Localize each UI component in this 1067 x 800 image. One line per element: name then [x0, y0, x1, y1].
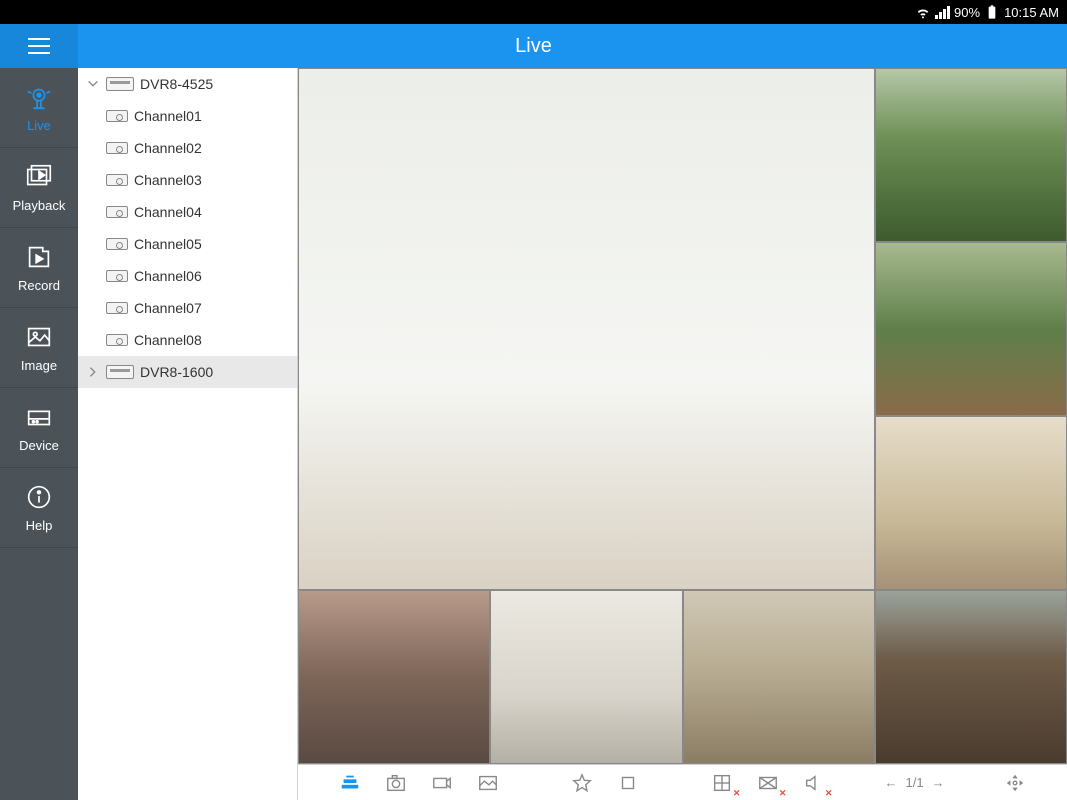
camera-small-icon — [106, 110, 128, 122]
layout-icon — [339, 772, 361, 794]
video-cell-1[interactable] — [298, 68, 875, 590]
tree-channel-row[interactable]: Channel05 — [78, 228, 297, 260]
tree-channel-row[interactable]: Channel06 — [78, 260, 297, 292]
chevron-down-icon — [86, 77, 100, 91]
next-page-button[interactable]: → — [932, 775, 945, 790]
sidebar-item-record[interactable]: Record — [0, 228, 78, 308]
sidebar-label: Device — [19, 438, 59, 453]
record-icon — [24, 242, 54, 272]
stream-close-icon — [757, 772, 779, 794]
chevron-right-icon — [86, 365, 100, 379]
channel-name: Channel05 — [134, 236, 202, 252]
sidebar-item-live[interactable]: Live — [0, 68, 78, 148]
tree-device-row[interactable]: DVR8-4525 — [78, 68, 297, 100]
video-cell-6[interactable] — [490, 590, 682, 764]
camera-small-icon — [106, 334, 128, 346]
sidebar-item-playback[interactable]: Playback — [0, 148, 78, 228]
menu-button[interactable] — [0, 24, 78, 68]
camera-icon — [24, 82, 54, 112]
sidebar-label: Live — [27, 118, 51, 133]
picture-icon — [477, 772, 499, 794]
camera-small-icon — [106, 302, 128, 314]
image-icon — [24, 322, 54, 352]
channel-name: Channel02 — [134, 140, 202, 156]
camera-small-icon — [106, 174, 128, 186]
close-grid-button[interactable] — [708, 769, 736, 797]
info-icon — [24, 482, 54, 512]
sidebar-label: Playback — [13, 198, 66, 213]
battery-text: 90% — [954, 5, 980, 20]
snapshot-icon — [385, 772, 407, 794]
playback-icon — [24, 162, 54, 192]
video-area: ← 1/1 → — [298, 68, 1067, 800]
sidebar-item-help[interactable]: Help — [0, 468, 78, 548]
stop-icon — [617, 772, 639, 794]
pager: ← 1/1 → — [884, 775, 944, 790]
channel-name: Channel03 — [134, 172, 202, 188]
device-name: DVR8-4525 — [140, 76, 213, 92]
sidebar-label: Help — [26, 518, 53, 533]
channel-name: Channel06 — [134, 268, 202, 284]
record-tool-icon — [431, 772, 453, 794]
sidebar-nav: Live Playback Record Image Device Help — [0, 68, 78, 800]
channel-name: Channel07 — [134, 300, 202, 316]
tree-channel-row[interactable]: Channel08 — [78, 324, 297, 356]
video-cell-2[interactable] — [875, 68, 1067, 242]
speaker-icon — [803, 772, 825, 794]
tree-channel-row[interactable]: Channel02 — [78, 132, 297, 164]
grid-close-icon — [711, 772, 733, 794]
channel-name: Channel01 — [134, 108, 202, 124]
bottom-toolbar: ← 1/1 → — [298, 764, 1067, 800]
sidebar-label: Record — [18, 278, 60, 293]
video-cell-3[interactable] — [875, 242, 1067, 416]
star-icon — [571, 772, 593, 794]
close-stream-button[interactable] — [754, 769, 782, 797]
page-title: Live — [515, 35, 552, 58]
tree-channel-row[interactable]: Channel07 — [78, 292, 297, 324]
stop-button[interactable] — [614, 769, 642, 797]
camera-small-icon — [106, 206, 128, 218]
prev-page-button[interactable]: ← — [884, 775, 897, 790]
wifi-icon — [915, 4, 931, 20]
menu-icon — [28, 38, 50, 54]
camera-small-icon — [106, 238, 128, 250]
battery-icon — [984, 4, 1000, 20]
layout-button[interactable] — [336, 769, 364, 797]
signal-icon — [935, 6, 950, 19]
status-bar: 90% 10:15 AM — [0, 0, 1067, 24]
ptz-icon — [1004, 772, 1026, 794]
snapshot-button[interactable] — [382, 769, 410, 797]
video-cell-4[interactable] — [875, 416, 1067, 590]
video-cell-5[interactable] — [298, 590, 490, 764]
tree-channel-row[interactable]: Channel04 — [78, 196, 297, 228]
video-cell-7[interactable] — [683, 590, 875, 764]
device-icon — [24, 402, 54, 432]
device-name: DVR8-1600 — [140, 364, 213, 380]
favorite-button[interactable] — [568, 769, 596, 797]
ptz-button[interactable] — [1001, 769, 1029, 797]
camera-small-icon — [106, 142, 128, 154]
clock-text: 10:15 AM — [1004, 5, 1059, 20]
dvr-icon — [106, 365, 134, 379]
sidebar-item-image[interactable]: Image — [0, 308, 78, 388]
video-cell-8[interactable] — [875, 590, 1067, 764]
channel-name: Channel04 — [134, 204, 202, 220]
tree-channel-row[interactable]: Channel01 — [78, 100, 297, 132]
sidebar-item-device[interactable]: Device — [0, 388, 78, 468]
dvr-icon — [106, 77, 134, 91]
channel-name: Channel08 — [134, 332, 202, 348]
record-button[interactable] — [428, 769, 456, 797]
video-grid — [298, 68, 1067, 764]
mute-button[interactable] — [800, 769, 828, 797]
titlebar: Live — [0, 24, 1067, 68]
tree-device-row[interactable]: DVR8-1600 — [78, 356, 297, 388]
sidebar-label: Image — [21, 358, 57, 373]
device-tree: DVR8-4525 Channel01 Channel02 Channel03 … — [78, 68, 298, 800]
page-indicator: 1/1 — [905, 775, 923, 790]
camera-small-icon — [106, 270, 128, 282]
picture-button[interactable] — [474, 769, 502, 797]
tree-channel-row[interactable]: Channel03 — [78, 164, 297, 196]
